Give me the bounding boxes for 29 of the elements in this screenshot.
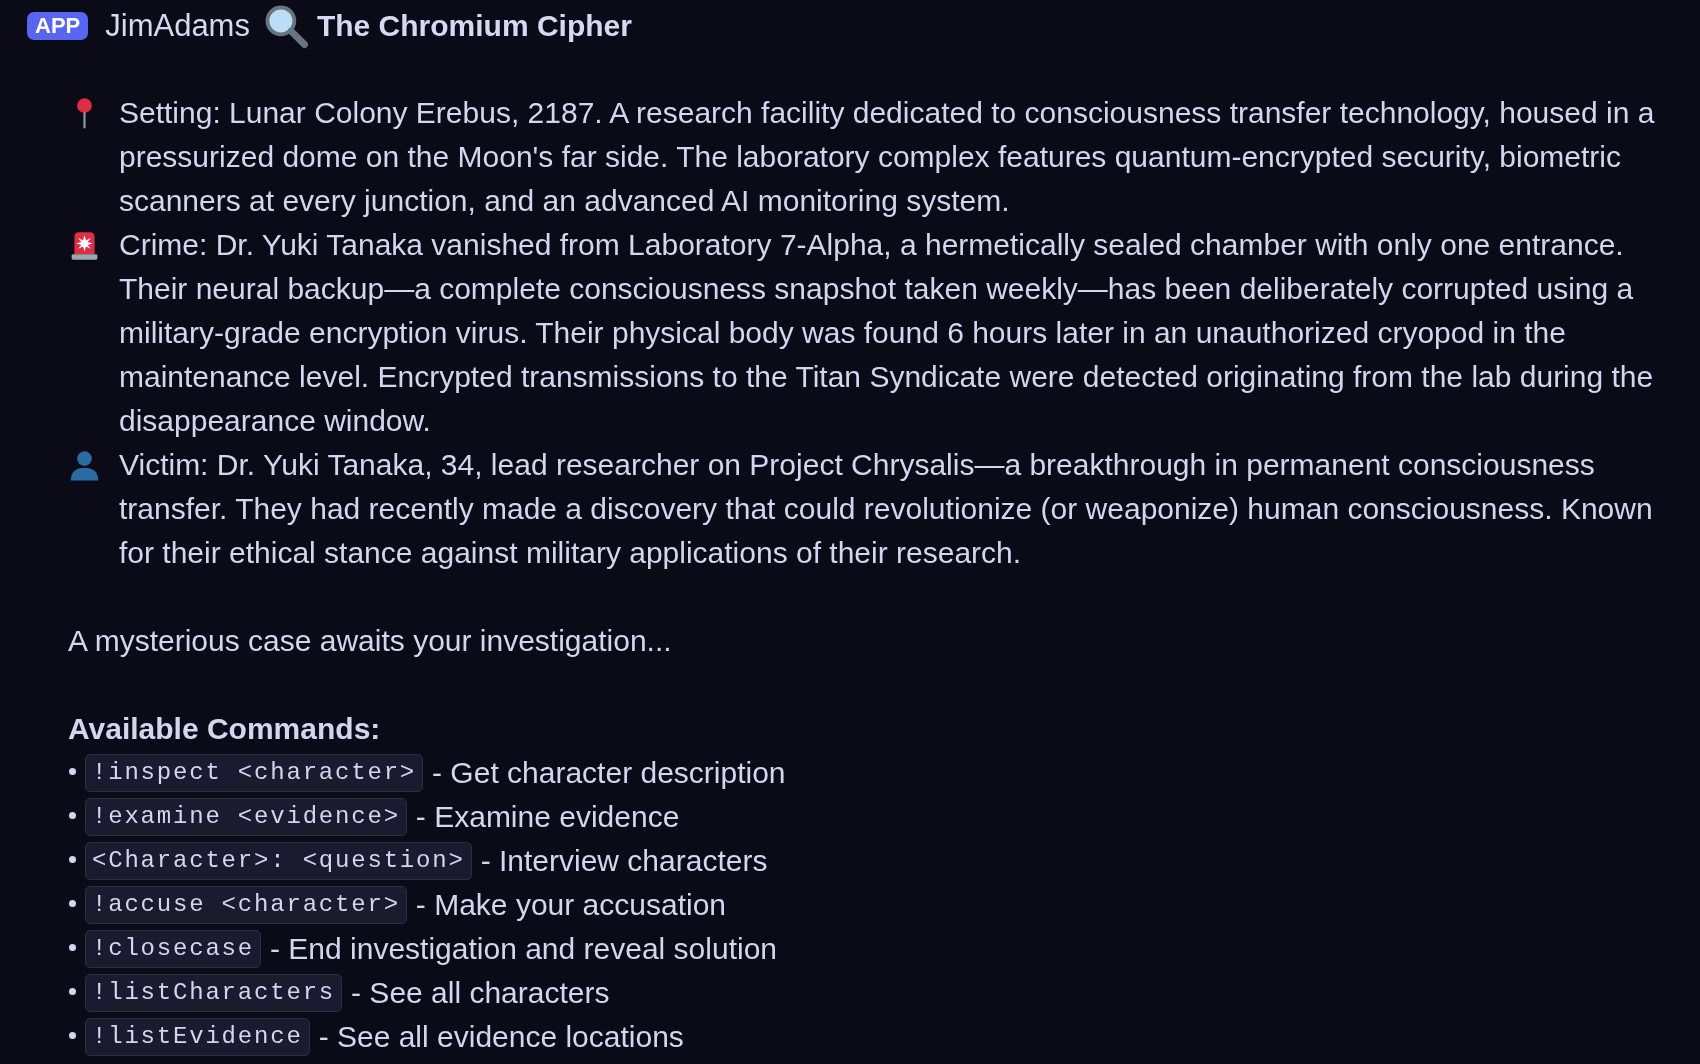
command-description: - See all evidence locations <box>318 1019 684 1055</box>
command-code: !examine <evidence> <box>85 798 407 836</box>
case-detail-text: Setting: Lunar Colony Erebus, 2187. A research facility dedicated to consciousness transfer technology, housed in a pressurized dome on the Moon's far side. The laboratory complex features quantum-encrypted security, biometric scanners at every junction, and an advanced AI monitoring system. <box>119 95 1656 219</box>
bullet-icon <box>69 855 76 863</box>
command-description: - Interview characters <box>480 843 768 879</box>
command-code: !inspect <character> <box>85 754 424 792</box>
command-description: - Get character description <box>432 755 786 791</box>
bullet-icon <box>69 811 76 819</box>
bullet-icon <box>69 767 76 775</box>
command-description: - Examine evidence <box>415 799 680 835</box>
bullet-icon <box>69 1031 76 1039</box>
command-code: !closecase <box>85 930 262 968</box>
case-detail-text: Victim: Dr. Yuki Tanaka, 34, lead researcher on Project Chrysalis—a breakthrough in permanent consciousness transfer. They had recently made a discovery that could revolutionize (or weaponize) human consciousness. Known for their ethical stance against military applications of their research. <box>119 447 1654 571</box>
commands-heading: Available Commands: <box>68 711 382 747</box>
app-tag: APP <box>27 12 89 40</box>
command-code: !listEvidence <box>85 1018 310 1056</box>
bullet-icon <box>69 943 76 951</box>
command-description: - See all characters <box>351 975 610 1011</box>
command-code: <Character>: <question> <box>85 842 472 880</box>
command-code: !listCharacters <box>85 974 343 1012</box>
bullet-icon <box>69 987 76 995</box>
username[interactable]: JimAdams <box>105 7 250 45</box>
command-description: - End investigation and reveal solution <box>270 931 777 967</box>
case-detail-text: Crime: Dr. Yuki Tanaka vanished from Laboratory 7-Alpha, a hermetically sealed chamber with only one entrance. Their neural backup—a complete consciousness snapshot taken weekly—has been deliberately corrupted using a military-grade encryption virus. Their physical body was found 6 hours later in an unauthorized cryopod in the maintenance level. Encrypted transmissions to the Titan Syndicate were detected originating from the lab during the disappearance window. <box>119 227 1655 439</box>
command-description: - Make your accusation <box>415 887 726 923</box>
message-title: The Chromium Cipher <box>316 8 632 44</box>
command-code: !accuse <character> <box>85 886 407 924</box>
bullet-icon <box>69 899 76 907</box>
teaser-text: A mysterious case awaits your investigation... <box>68 623 673 659</box>
